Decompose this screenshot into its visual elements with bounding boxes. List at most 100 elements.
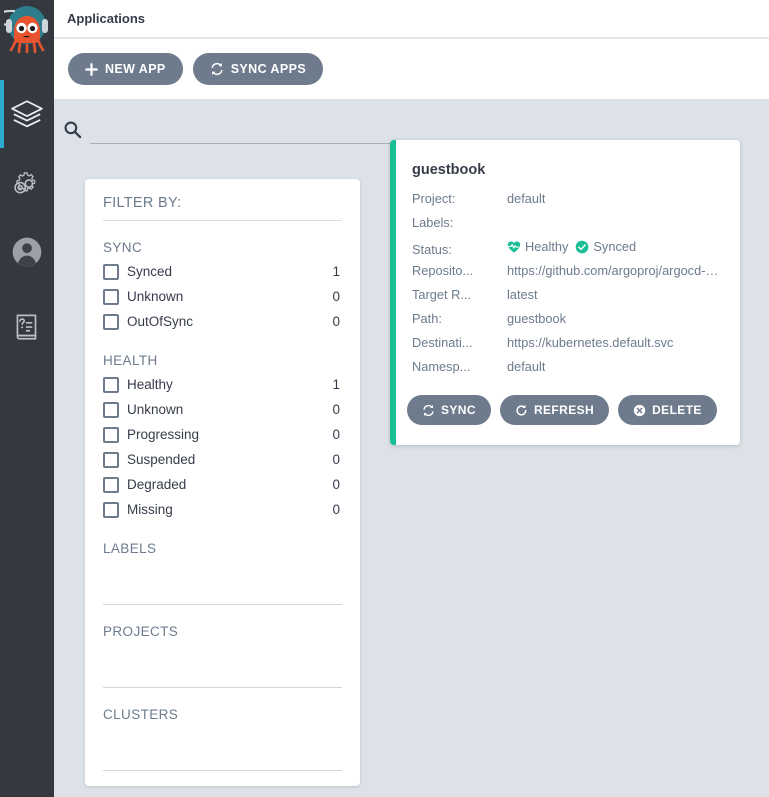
layers-icon (11, 100, 43, 128)
book-help-icon (16, 314, 37, 340)
sync-button[interactable]: SYNC (407, 395, 491, 425)
argo-octopus-logo (4, 6, 48, 53)
sync-status-label: Synced (593, 239, 637, 254)
checkbox-health-unknown[interactable] (103, 401, 119, 418)
argo-logo[interactable] (0, 0, 54, 56)
field-destination: Destinati... https://kubernetes.default.… (412, 335, 724, 359)
projects-filter-body[interactable] (103, 643, 342, 687)
field-value: default (507, 359, 546, 374)
search-row (61, 111, 421, 147)
refresh-icon (516, 404, 527, 415)
filter-label: Synced (127, 264, 173, 279)
checkbox-progressing[interactable] (103, 426, 119, 443)
sync-icon (211, 62, 223, 76)
field-key: Status: (412, 241, 452, 257)
page-title: Applications (67, 11, 146, 26)
filter-option-synced[interactable]: Synced 1 (103, 259, 342, 284)
refresh-button[interactable]: REFRESH (499, 395, 610, 425)
refresh-button-label: REFRESH (533, 403, 595, 417)
filter-option-missing[interactable]: Missing 0 (103, 497, 342, 522)
field-value: https://kubernetes.default.svc (507, 335, 674, 350)
filter-label: OutOfSync (127, 314, 194, 329)
delete-button-label: DELETE (652, 403, 702, 417)
delete-button[interactable]: DELETE (618, 395, 717, 425)
check-circle-icon (576, 240, 589, 253)
filter-label: Suspended (127, 452, 196, 467)
filter-option-progressing[interactable]: Progressing 0 (103, 422, 342, 447)
card-body: guestbook Project: default Labels: Statu… (390, 140, 740, 383)
field-key: Reposito... (412, 263, 474, 278)
checkbox-degraded[interactable] (103, 476, 119, 493)
sync-apps-label: SYNC APPS (230, 62, 307, 76)
field-key: Project: (412, 191, 456, 206)
card-health-accent-bar (390, 140, 396, 445)
status-badges: Healthy Synced (507, 239, 636, 254)
labels-filter-body[interactable] (103, 560, 342, 604)
field-project: Project: default (412, 191, 724, 215)
sidebar (0, 0, 54, 797)
content-area: FILTER BY: SYNC Synced 1 Unknown 0 OutOf… (54, 99, 769, 797)
filter-option-suspended[interactable]: Suspended 0 (103, 447, 342, 472)
field-status: Status: Healthy Synced (412, 239, 724, 263)
gear-icon (14, 172, 36, 194)
filter-label: Unknown (127, 402, 184, 417)
projects-divider (103, 687, 342, 688)
checkbox-suspended[interactable] (103, 451, 119, 468)
application-card-guestbook[interactable]: guestbook Project: default Labels: Statu… (390, 140, 740, 445)
clusters-filter-body[interactable] (103, 726, 342, 770)
filter-group-heading-projects: PROJECTS (103, 624, 179, 639)
user-icon (12, 237, 42, 267)
checkbox-synced[interactable] (103, 263, 119, 280)
field-key: Path: (412, 311, 442, 326)
field-value: default (507, 191, 546, 206)
top-header: Applications (54, 0, 769, 38)
filter-count: 0 (332, 427, 340, 442)
field-key: Destinati... (412, 335, 473, 350)
field-namespace: Namesp... default (412, 359, 724, 383)
filter-count: 1 (332, 377, 340, 392)
plus-icon (85, 62, 98, 76)
search-input[interactable] (90, 114, 421, 144)
application-name: guestbook (412, 162, 486, 178)
filter-group-heading-health: HEALTH (103, 353, 158, 368)
field-repository: Reposito... https://github.com/argoproj/… (412, 263, 724, 287)
field-key: Namesp... (412, 359, 471, 374)
checkbox-sync-unknown[interactable] (103, 288, 119, 305)
sidebar-item-applications[interactable] (0, 80, 54, 148)
filter-group-heading-clusters: CLUSTERS (103, 707, 179, 722)
field-target-revision: Target R... latest (412, 287, 724, 311)
filter-count: 0 (332, 477, 340, 492)
sidebar-item-user-info[interactable] (0, 218, 54, 286)
sidebar-item-documentation[interactable] (0, 292, 54, 360)
filter-option-outofsync[interactable]: OutOfSync 0 (103, 309, 342, 334)
filter-count: 0 (332, 452, 340, 467)
checkbox-outofsync[interactable] (103, 313, 119, 330)
argocd-application: Applications NEW APP SYNC APPS FILTER BY… (0, 0, 769, 797)
filter-option-degraded[interactable]: Degraded 0 (103, 472, 342, 497)
filter-option-healthy[interactable]: Healthy 1 (103, 372, 342, 397)
search-icon[interactable] (63, 120, 82, 139)
filter-count: 0 (332, 402, 340, 417)
filter-label: Progressing (127, 427, 200, 442)
new-app-button[interactable]: NEW APP (68, 53, 183, 85)
clusters-divider (103, 770, 342, 771)
sync-button-label: SYNC (441, 403, 476, 417)
filter-count: 0 (332, 289, 340, 304)
sidebar-item-settings[interactable] (0, 150, 54, 218)
sync-apps-button[interactable]: SYNC APPS (192, 53, 324, 85)
filter-option-sync-unknown[interactable]: Unknown 0 (103, 284, 342, 309)
toolbar: NEW APP SYNC APPS (54, 39, 769, 99)
filter-count: 0 (332, 502, 340, 517)
field-value: https://github.com/argoproj/argocd-exa..… (507, 263, 724, 278)
checkbox-healthy[interactable] (103, 376, 119, 393)
field-value: latest (507, 287, 538, 302)
filter-label: Healthy (127, 377, 173, 392)
field-value: guestbook (507, 311, 567, 326)
health-status-label: Healthy (525, 239, 569, 254)
filter-label: Degraded (127, 477, 187, 492)
labels-divider (103, 604, 342, 605)
filter-title-divider (103, 220, 342, 221)
filter-option-health-unknown[interactable]: Unknown 0 (103, 397, 342, 422)
checkbox-missing[interactable] (103, 501, 119, 518)
field-key: Labels: (412, 215, 454, 230)
